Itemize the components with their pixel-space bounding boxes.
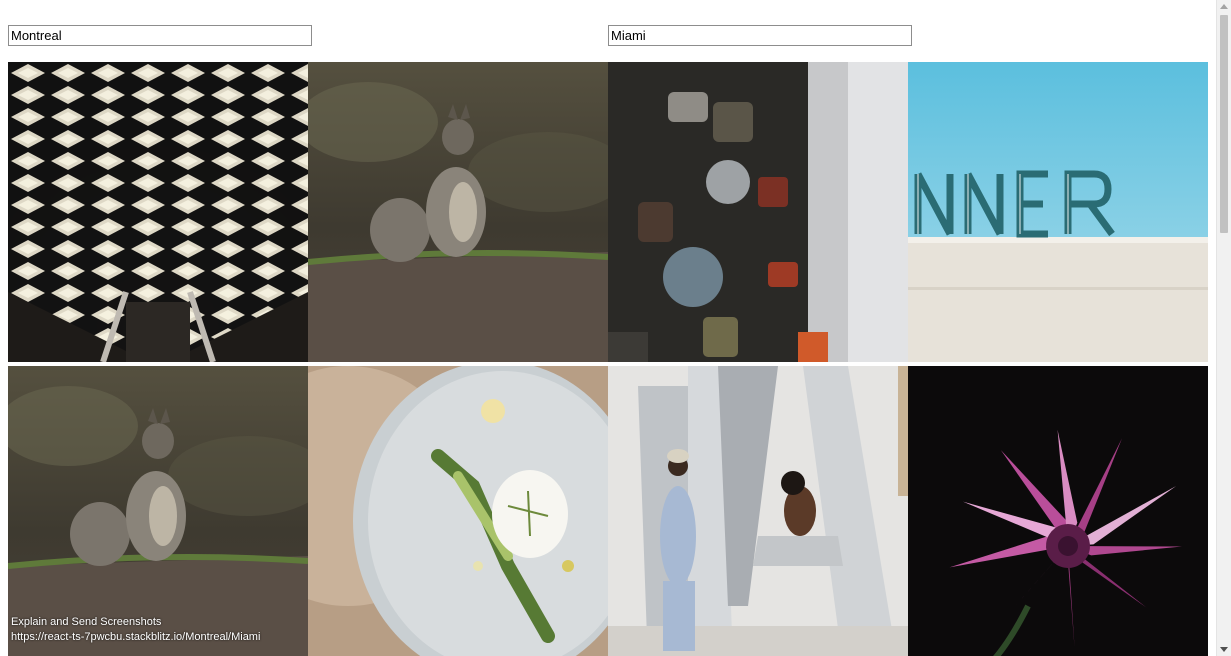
city-input-right[interactable] bbox=[608, 25, 912, 46]
footer-title: Explain and Send Screenshots bbox=[11, 616, 162, 628]
city-input-left[interactable] bbox=[8, 25, 312, 46]
page: Explain and Send Screenshots https://rea… bbox=[0, 0, 1231, 656]
egg-plate-image bbox=[308, 366, 608, 656]
scroll-up-arrow-icon[interactable] bbox=[1220, 4, 1228, 9]
photo-tile-egg-plate[interactable] bbox=[308, 366, 608, 656]
pink-flower-image bbox=[908, 366, 1208, 656]
photo-tile-women-sculpture[interactable] bbox=[608, 366, 908, 656]
vertical-scrollbar[interactable] bbox=[1216, 0, 1231, 656]
women-sculpture-image bbox=[608, 366, 908, 656]
photo-tile-subway-ceiling[interactable] bbox=[8, 62, 308, 362]
photo-tile-diner-sign[interactable] bbox=[908, 62, 1208, 362]
photo-tile-squirrel-2[interactable] bbox=[8, 366, 308, 656]
subway-ceiling-image bbox=[8, 62, 308, 362]
squirrel-image bbox=[8, 366, 308, 656]
photo-tile-love-locks[interactable] bbox=[608, 62, 908, 362]
footer-url[interactable]: https://react-ts-7pwcbu.stackblitz.io/Mo… bbox=[11, 630, 260, 645]
photo-tile-squirrel-1[interactable] bbox=[308, 62, 608, 362]
scroll-down-arrow-icon[interactable] bbox=[1220, 647, 1228, 652]
screenshot-footer: Explain and Send Screenshots https://rea… bbox=[11, 615, 260, 645]
photo-tile-pink-flower[interactable] bbox=[908, 366, 1208, 656]
squirrel-image bbox=[308, 62, 608, 362]
diner-sign-image bbox=[908, 62, 1208, 362]
love-locks-image bbox=[608, 62, 908, 362]
scroll-thumb[interactable] bbox=[1220, 15, 1228, 233]
